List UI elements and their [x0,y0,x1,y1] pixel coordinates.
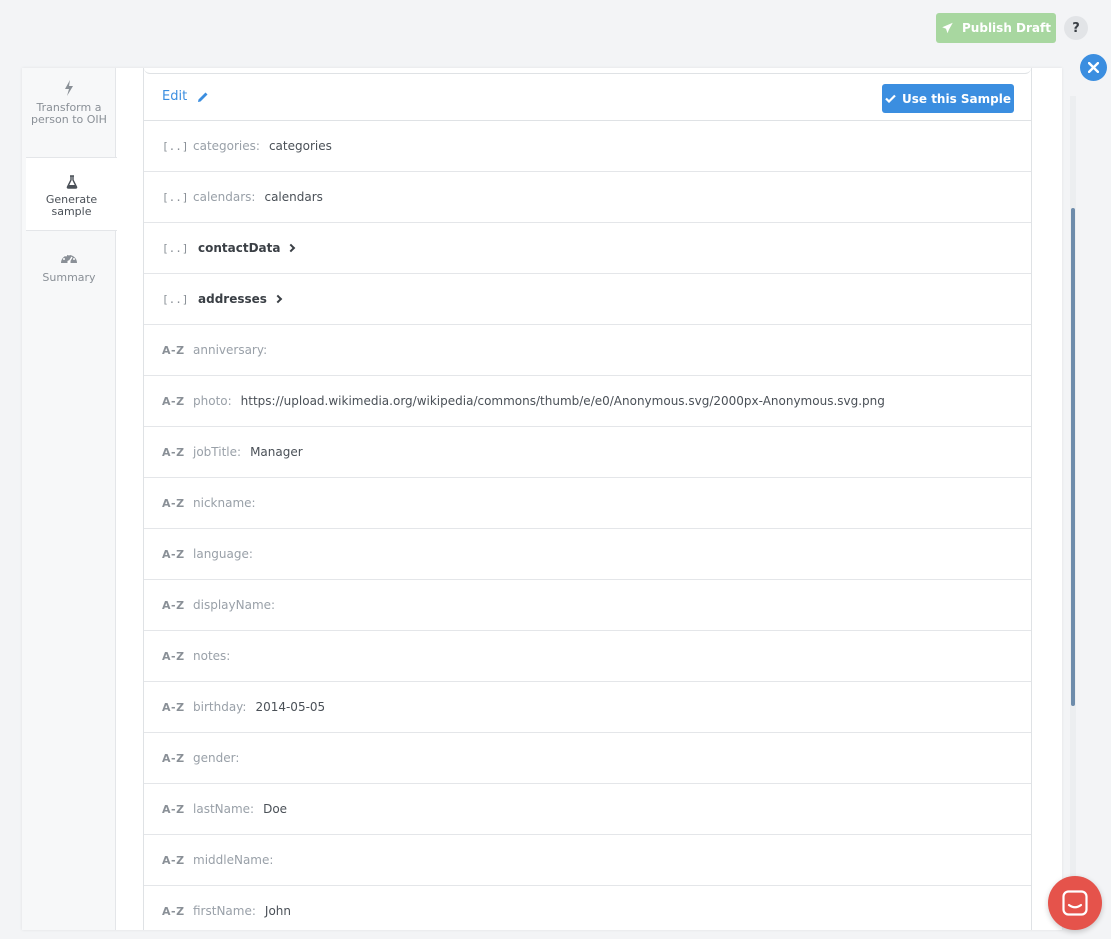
step-summary-label: Summary [42,271,96,284]
field-row-displayname: A-Z displayName: [144,580,1031,631]
field-key[interactable]: addresses [198,292,267,306]
string-type-badge: A-Z [162,649,185,663]
field-key: nickname: [193,496,256,510]
publish-draft-button[interactable]: Publish Draft [936,13,1056,43]
field-row-birthday: A-Z birthday: 2014-05-05 [144,682,1031,733]
step-navigation: Transform a person to OIH Generate sampl… [22,68,117,930]
field-value: categories [268,139,332,153]
field-row-nickname: A-Z nickname: [144,478,1031,529]
field-row-addresses[interactable]: [..] addresses [144,274,1031,325]
paper-plane-icon [942,22,953,34]
string-type-badge: A-Z [162,802,185,816]
field-row-middlename: A-Z middleName: [144,835,1031,886]
publish-draft-label: Publish Draft [962,21,1051,35]
bolt-icon [65,80,73,96]
chevron-right-icon[interactable] [287,243,296,253]
scrollbar-thumb[interactable] [1071,208,1075,706]
string-type-badge: A-Z [162,904,185,918]
field-row-firstname: A-Z firstName: John [144,886,1031,930]
field-row-calendars: [..] calendars: calendars [144,172,1031,223]
field-key: language: [193,547,253,561]
edit-label: Edit [162,89,188,104]
string-type-badge: A-Z [162,496,185,510]
chat-launcher-button[interactable] [1048,876,1102,930]
field-key: gender: [193,751,240,765]
string-type-badge: A-Z [162,394,185,408]
step-generate-sample-label: Generate sample [45,193,98,218]
sample-field-list: [..] categories: categories [..] calenda… [144,121,1031,930]
flask-icon [66,175,77,189]
chevron-right-icon[interactable] [273,294,283,304]
field-key: firstName: [193,904,256,918]
string-type-badge: A-Z [162,598,185,612]
field-key: photo: [193,394,232,408]
field-value: John [264,904,291,918]
close-icon [1088,62,1099,73]
use-this-sample-button[interactable]: Use this Sample [882,84,1014,113]
help-icon: ? [1072,20,1080,36]
field-key: birthday: [193,700,247,714]
field-key: middleName: [193,853,274,867]
step-transform[interactable]: Transform a person to OIH [22,80,116,156]
string-type-badge: A-Z [162,547,185,561]
dashboard-icon [61,253,77,264]
field-key: displayName: [193,598,276,612]
field-row-notes: A-Z notes: [144,631,1031,682]
field-key: calendars: [193,190,256,204]
string-type-badge: A-Z [162,700,185,714]
array-type-badge: [..] [162,139,189,153]
field-row-lastname: A-Z lastName: Doe [144,784,1031,835]
field-row-categories: [..] categories: categories [144,121,1031,172]
array-type-badge: [..] [162,292,189,306]
sample-panel: Transform a person to OIH Generate sampl… [22,68,1076,930]
field-key: categories: [193,139,260,153]
field-key: jobTitle: [193,445,242,459]
string-type-badge: A-Z [162,751,185,765]
array-type-badge: [..] [162,190,189,204]
step-transform-label: Transform a person to OIH [31,101,107,126]
field-value: Doe [263,802,288,816]
field-value: Manager [250,445,303,459]
use-this-sample-label: Use this Sample [901,91,1011,106]
check-icon [885,94,896,103]
step-summary[interactable]: Summary [22,250,116,290]
string-type-badge: A-Z [162,343,185,357]
sample-card-header: Edit Use this Sample [144,74,1031,121]
field-row-gender: A-Z gender: [144,733,1031,784]
field-key: lastName: [193,802,255,816]
field-key: anniversary: [193,343,268,357]
field-row-contactdata[interactable]: [..] contactData [144,223,1031,274]
field-row-photo: A-Z photo: https://upload.wikimedia.org/… [144,376,1031,427]
field-key[interactable]: contactData [198,241,280,255]
field-key: notes: [193,649,231,663]
field-row-anniversary: A-Z anniversary: [144,325,1031,376]
help-button[interactable]: ? [1064,16,1088,40]
field-value: calendars [264,190,323,204]
field-value: https://upload.wikimedia.org/wikipedia/c… [240,394,885,408]
step-generate-sample[interactable]: Generate sample [26,157,117,231]
pencil-icon [198,92,208,102]
chat-icon [1062,890,1088,916]
edit-sample-link[interactable]: Edit [162,89,209,104]
field-row-language: A-Z language: [144,529,1031,580]
string-type-badge: A-Z [162,853,185,867]
array-type-badge: [..] [162,241,189,255]
field-value: 2014-05-05 [255,700,326,714]
sample-card: Edit Use this Sample [..] categories: ca… [143,68,1032,930]
close-button[interactable] [1080,54,1107,81]
field-row-jobtitle: A-Z jobTitle: Manager [144,427,1031,478]
string-type-badge: A-Z [162,445,185,459]
